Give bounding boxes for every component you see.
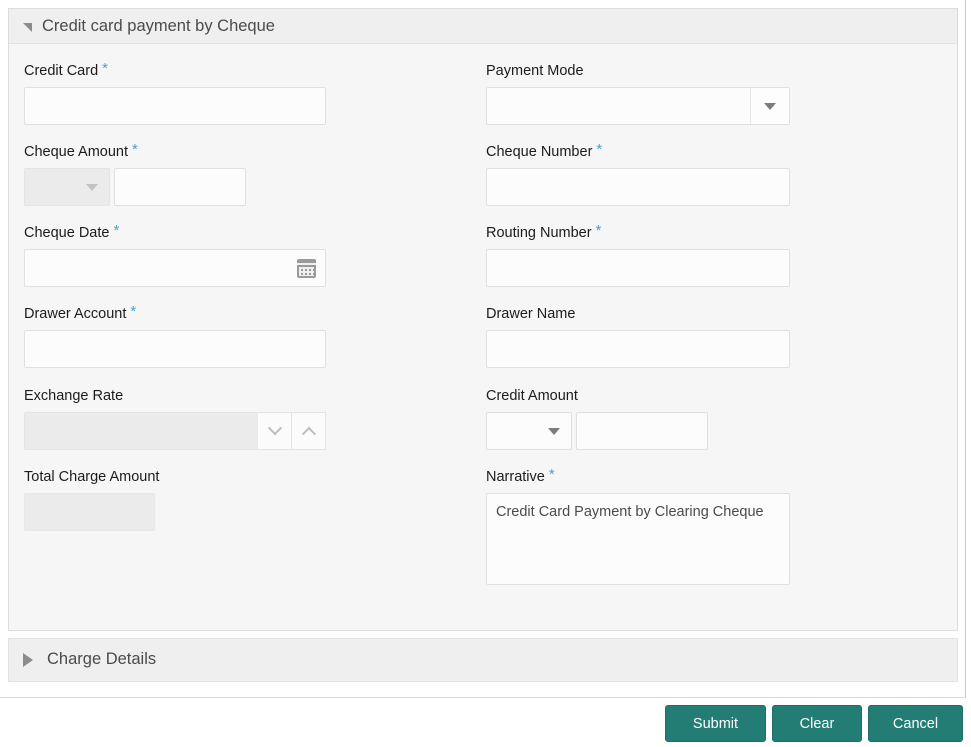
field-credit-amount: Credit Amount (486, 385, 708, 450)
submit-button[interactable]: Submit (665, 705, 766, 742)
required-asterisk: * (596, 141, 603, 158)
label-routing-number: Routing Number * (486, 222, 602, 241)
calendar-icon[interactable] (297, 259, 316, 278)
total-charge-amount-value (24, 493, 155, 531)
footer-bar: Submit Clear Cancel (0, 697, 966, 747)
panel-header[interactable]: Credit card payment by Cheque (9, 9, 957, 44)
cheque-amount-group (24, 168, 246, 206)
credit-amount-input[interactable] (576, 412, 708, 450)
cheque-amount-currency-select[interactable] (24, 168, 110, 206)
field-routing-number: Routing Number * (486, 222, 790, 287)
payment-mode-select[interactable] (486, 87, 790, 125)
field-cheque-date: Cheque Date * (24, 222, 326, 287)
required-asterisk: * (130, 303, 137, 320)
label-drawer-name: Drawer Name (486, 306, 576, 322)
label-credit-amount: Credit Amount (486, 388, 578, 404)
chevron-down-icon (267, 421, 282, 436)
credit-amount-currency-select[interactable] (486, 412, 572, 450)
field-payment-mode: Payment Mode (486, 60, 790, 125)
chevron-up-icon (301, 426, 316, 441)
label-cheque-amount: Cheque Amount * (24, 141, 138, 160)
drawer-name-input[interactable] (486, 330, 790, 368)
field-total-charge-amount: Total Charge Amount (24, 466, 163, 531)
label-payment-mode: Payment Mode (486, 63, 584, 79)
field-exchange-rate: Exchange Rate (24, 385, 326, 450)
exchange-rate-stepper (24, 412, 326, 450)
exchange-rate-input[interactable] (24, 412, 258, 450)
chevron-down-icon (548, 427, 560, 435)
field-cheque-amount: Cheque Amount * (24, 141, 246, 206)
field-cheque-number: Cheque Number * (486, 141, 790, 206)
required-asterisk: * (113, 222, 120, 239)
label-cheque-number: Cheque Number * (486, 141, 603, 160)
required-asterisk: * (595, 222, 602, 239)
label-drawer-account: Drawer Account * (24, 303, 137, 322)
payment-mode-dropdown-button[interactable] (751, 88, 789, 124)
cheque-date-input[interactable] (24, 249, 326, 287)
field-credit-card: Credit Card * (24, 60, 326, 125)
drawer-account-input[interactable] (24, 330, 326, 368)
field-drawer-account: Drawer Account * (24, 303, 326, 368)
label-exchange-rate: Exchange Rate (24, 388, 124, 404)
cancel-button[interactable]: Cancel (868, 705, 963, 742)
cheque-amount-input[interactable] (114, 168, 246, 206)
label-narrative: Narrative * (486, 466, 555, 485)
window-frame: Credit card payment by Cheque Credit Car… (0, 0, 966, 747)
label-credit-card: Credit Card * (24, 60, 108, 79)
credit-card-payment-panel: Credit card payment by Cheque Credit Car… (8, 8, 958, 631)
payment-mode-value[interactable] (487, 88, 751, 124)
clear-button[interactable]: Clear (772, 705, 862, 742)
cheque-number-input[interactable] (486, 168, 790, 206)
exchange-rate-increment-button[interactable] (292, 412, 326, 450)
label-cheque-date: Cheque Date * (24, 222, 120, 241)
charge-details-section[interactable]: Charge Details (8, 638, 958, 682)
narrative-textarea[interactable]: Credit Card Payment by Clearing Cheque (486, 493, 790, 585)
credit-amount-group (486, 412, 708, 450)
exchange-rate-decrement-button[interactable] (258, 412, 292, 450)
triangle-expanded-icon[interactable] (23, 23, 32, 32)
screen-root: Credit card payment by Cheque Credit Car… (0, 0, 971, 747)
required-asterisk: * (548, 466, 555, 483)
triangle-collapsed-icon[interactable] (23, 653, 33, 667)
page-title: Credit card payment by Cheque (42, 17, 275, 35)
panel-body: Credit Card * Payment Mode Cheque Amount * (9, 44, 957, 630)
required-asterisk: * (102, 60, 108, 77)
field-drawer-name: Drawer Name (486, 303, 790, 368)
chevron-down-icon (764, 102, 776, 110)
routing-number-input[interactable] (486, 249, 790, 287)
label-total-charge-amount: Total Charge Amount (24, 469, 160, 485)
required-asterisk: * (132, 141, 138, 158)
credit-card-input[interactable] (24, 87, 326, 125)
field-narrative: Narrative * Credit Card Payment by Cleari… (486, 466, 790, 585)
charge-details-title: Charge Details (47, 650, 157, 668)
chevron-down-icon (86, 183, 98, 191)
